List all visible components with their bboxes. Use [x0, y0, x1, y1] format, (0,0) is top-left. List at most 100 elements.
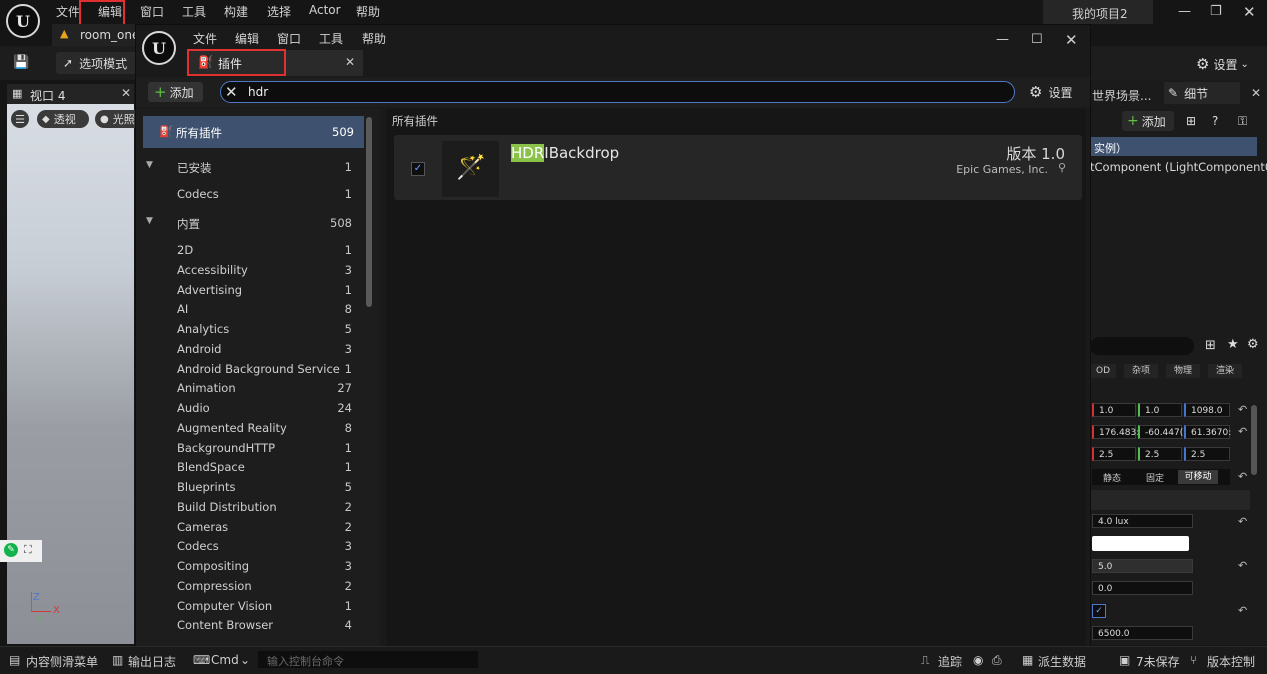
reset-location-icon[interactable]: ↶	[1238, 403, 1247, 416]
details-scrollbar[interactable]	[1251, 405, 1257, 475]
category-item[interactable]: Build Distribution 2	[144, 498, 362, 517]
category-installed[interactable]: ▼ 已安装 1	[144, 158, 362, 177]
temperature-field[interactable]: 6500.0	[1092, 626, 1193, 640]
attenuation-field[interactable]: 5.0	[1092, 559, 1193, 573]
perspective-button[interactable]: ◆ 透视	[37, 110, 89, 128]
category-item[interactable]: AI 8	[144, 300, 362, 319]
category-all-plugins[interactable]: ⛽ 所有插件 509	[143, 116, 364, 148]
reset-mobility-icon[interactable]: ↶	[1238, 470, 1247, 483]
pw-menu-tools[interactable]: 工具	[319, 30, 343, 47]
component-instance-row[interactable]: 实例）	[1090, 137, 1257, 156]
light-color-swatch[interactable]	[1092, 536, 1189, 551]
plugin-card-hdribackdrop[interactable]: ✓ 🪄 HDRIBackdrop 版本 1.0 Epic Games, Inc.…	[394, 135, 1082, 200]
category-item[interactable]: Compression 2	[144, 577, 362, 596]
minimize-icon[interactable]: —	[1178, 4, 1191, 19]
zero-field[interactable]: 0.0	[1092, 581, 1193, 595]
category-item[interactable]: BlendSpace 1	[144, 458, 362, 477]
temperature-checkbox[interactable]: ✓	[1092, 604, 1106, 618]
menu-help[interactable]: 帮助	[356, 3, 380, 20]
scale-y-field[interactable]: 2.5	[1138, 447, 1182, 461]
collapse-arrow-icon[interactable]: ▼	[146, 160, 153, 170]
unsaved-button[interactable]: 7未保存	[1136, 653, 1180, 670]
category-item[interactable]: Codecs 3	[144, 537, 362, 556]
category-item[interactable]: Animation 27	[144, 379, 362, 398]
filter-tab-render[interactable]: 渲染	[1208, 364, 1242, 378]
mobility-static[interactable]: 静态	[1092, 471, 1132, 484]
output-log-button[interactable]: 输出日志	[128, 653, 176, 670]
details-tab[interactable]: ✎ 细节	[1164, 82, 1240, 104]
pw-maximize-icon[interactable]: ☐	[1031, 32, 1043, 47]
location-y-field[interactable]: 1.0	[1138, 403, 1182, 417]
reset-attenuation-icon[interactable]: ↶	[1238, 559, 1247, 572]
pw-close-icon[interactable]: ✕	[1065, 31, 1078, 49]
category-item[interactable]: Content Browser 4	[144, 616, 362, 635]
close-icon[interactable]: ✕	[1243, 3, 1256, 21]
category-item[interactable]: Computer Vision 1	[144, 597, 362, 616]
add-plugin-button[interactable]: + 添加	[148, 82, 203, 102]
reset-checkbox-icon[interactable]: ↶	[1238, 604, 1247, 617]
category-item[interactable]: Compositing 3	[144, 557, 362, 576]
pw-menu-help[interactable]: 帮助	[362, 30, 386, 47]
floating-widget[interactable]: ✎ ⛶	[0, 540, 42, 562]
table-icon[interactable]: ⊞	[1205, 338, 1216, 353]
clear-search-icon[interactable]: ✕	[225, 83, 238, 101]
menu-file[interactable]: 文件	[56, 3, 80, 20]
help-icon[interactable]: ?	[1212, 114, 1218, 128]
intensity-field[interactable]: 4.0 lux	[1092, 514, 1193, 528]
mode-select-button[interactable]: ➚ 选项模式	[56, 52, 136, 74]
component-label[interactable]: tComponent (LightComponent0)	[1090, 160, 1267, 174]
blueprint-icon[interactable]: ⊞	[1186, 114, 1196, 128]
console-input[interactable]: 输入控制台命令	[258, 651, 478, 668]
menu-actor[interactable]: Actor	[309, 3, 341, 17]
save-icon[interactable]: 💾	[13, 55, 29, 70]
category-item[interactable]: Analytics 5	[144, 320, 362, 339]
vendor-link-icon[interactable]: ⚲	[1058, 161, 1066, 174]
star-icon[interactable]: ★	[1227, 337, 1239, 352]
scale-x-field[interactable]: 2.5	[1092, 447, 1136, 461]
content-drawer-button[interactable]: 内容侧滑菜单	[26, 653, 98, 670]
menu-build[interactable]: 构建	[224, 3, 248, 20]
source-control-button[interactable]: 版本控制	[1207, 653, 1255, 670]
mobility-movable[interactable]: 可移动	[1178, 470, 1218, 484]
filter-tab-misc[interactable]: 杂项	[1124, 364, 1158, 378]
viewport-tab[interactable]: ▦ 视口 4 ✕	[7, 84, 134, 104]
rotation-x-field[interactable]: 176.483:	[1092, 425, 1139, 439]
pw-menu-file[interactable]: 文件	[193, 30, 217, 47]
category-item[interactable]: Audio 24	[144, 399, 362, 418]
rotation-z-field[interactable]: 61.3670:	[1184, 425, 1231, 439]
category-item[interactable]: BackgroundHTTP 1	[144, 439, 362, 458]
viewport-canvas[interactable]: ☰ ◆ 透视 ● 光照 ✎ ⛶ Z X Y	[0, 104, 145, 644]
pw-menu-edit[interactable]: 编辑	[235, 30, 259, 47]
pw-minimize-icon[interactable]: —	[996, 32, 1009, 47]
menu-select[interactable]: 选择	[267, 3, 291, 20]
derived-data-button[interactable]: 派生数据	[1038, 653, 1086, 670]
filter-tab-physics[interactable]: 物理	[1166, 364, 1200, 378]
unreal-logo-icon[interactable]: U	[6, 4, 40, 38]
trace-button[interactable]: 追踪	[938, 653, 962, 670]
plugin-search-input[interactable]: ✕ hdr	[220, 81, 1015, 103]
plugins-tab-close-icon[interactable]: ✕	[345, 55, 355, 69]
location-z-field[interactable]: 1098.0	[1184, 403, 1230, 417]
details-add-button[interactable]: + 添加	[1122, 111, 1174, 131]
rotation-y-field[interactable]: -60.447(	[1138, 425, 1183, 439]
menu-tools[interactable]: 工具	[182, 3, 206, 20]
filter-tab-od[interactable]: OD	[1090, 364, 1116, 378]
category-item[interactable]: Accessibility 3	[144, 261, 362, 280]
plugin-settings-button[interactable]: ⚙ 设置	[1029, 83, 1084, 101]
restore-icon[interactable]: ❐	[1210, 4, 1222, 19]
scale-z-field[interactable]: 2.5	[1184, 447, 1230, 461]
location-x-field[interactable]: 1.0	[1092, 403, 1136, 417]
reset-rotation-icon[interactable]: ↶	[1238, 425, 1247, 438]
outliner-tab[interactable]: 世界场景...	[1092, 87, 1151, 104]
category-item[interactable]: Android Background Service 1	[144, 360, 362, 379]
mobility-stationary[interactable]: 固定	[1132, 471, 1178, 484]
category-item[interactable]: Cameras 2	[144, 518, 362, 537]
category-item[interactable]: Blueprints 5	[144, 478, 362, 497]
category-item[interactable]: Augmented Reality 8	[144, 419, 362, 438]
record-icon[interactable]: ◉	[973, 653, 983, 667]
collapse-arrow-icon[interactable]: ▼	[146, 216, 153, 226]
details-close-icon[interactable]: ✕	[1251, 86, 1261, 100]
cmd-chevron-icon[interactable]: ⌄	[240, 653, 250, 667]
reset-intensity-icon[interactable]: ↶	[1238, 515, 1247, 528]
pw-menu-window[interactable]: 窗口	[277, 30, 301, 47]
